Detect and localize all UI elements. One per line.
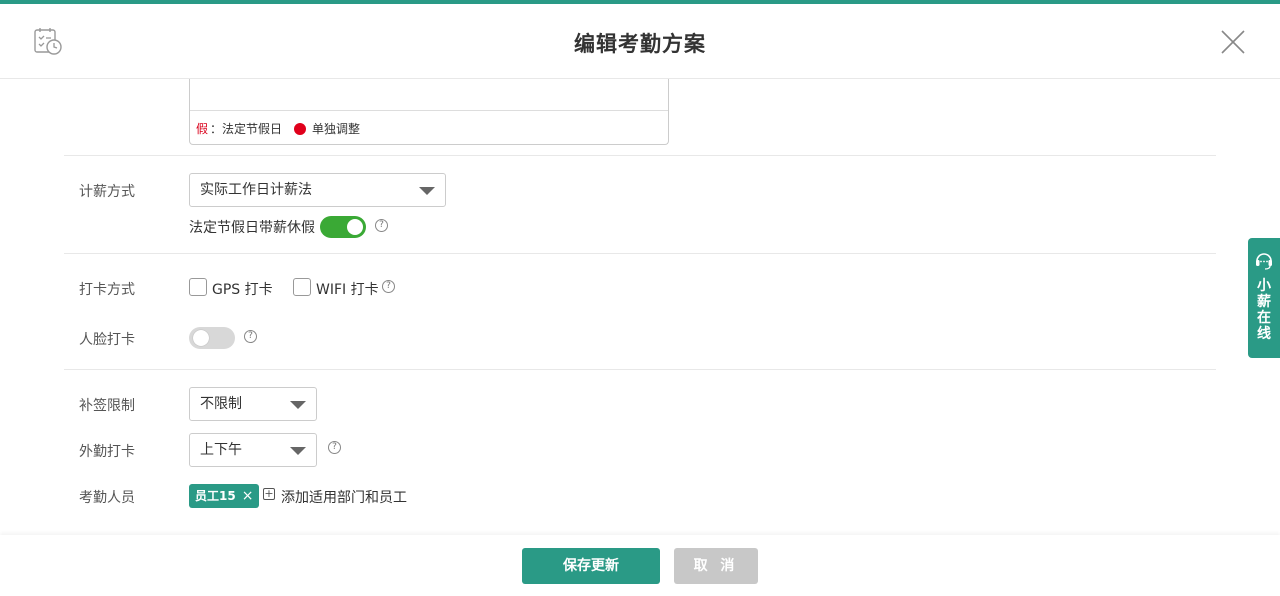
punch-method-label: 打卡方式 — [79, 282, 135, 298]
gps-checkbox[interactable] — [189, 278, 207, 296]
save-button[interactable]: 保存更新 — [522, 548, 660, 584]
calendar-legend-divider — [190, 110, 668, 111]
toggle-knob — [347, 219, 363, 235]
section-divider — [64, 253, 1216, 254]
support-widget-label: 小薪在线 — [1257, 278, 1271, 342]
face-punch-label: 人脸打卡 — [79, 332, 135, 348]
section-divider — [64, 155, 1216, 156]
holiday-legend-label: 法定节假日 — [222, 122, 283, 136]
paid-holiday-toggle[interactable] — [320, 216, 366, 238]
paid-holiday-label: 法定节假日带薪休假 — [189, 220, 315, 236]
field-punch-select[interactable]: 上下午 — [189, 433, 317, 467]
member-tag: 员工15 × — [189, 484, 260, 508]
dialog-footer: 保存更新 取 消 — [0, 535, 1280, 596]
section-divider — [64, 369, 1216, 370]
help-icon[interactable]: ? — [328, 441, 341, 454]
holiday-mark: 假 — [196, 122, 209, 136]
field-punch-value: 上下午 — [200, 442, 242, 458]
member-tag-label: 员工15 — [195, 489, 236, 503]
help-icon[interactable]: ? — [244, 330, 257, 343]
help-icon[interactable]: ? — [382, 280, 395, 293]
wifi-checkbox[interactable] — [293, 278, 311, 296]
salary-method-value: 实际工作日计薪法 — [200, 182, 312, 198]
help-icon[interactable]: ? — [375, 219, 388, 232]
add-members-link[interactable]: 添加适用部门和员工 — [281, 487, 407, 507]
calendar-legend: 假 ： 法定节假日 单独调整 — [196, 120, 360, 137]
field-punch-label: 外勤打卡 — [79, 444, 135, 460]
attendance-members-label: 考勤人员 — [79, 490, 135, 506]
salary-method-select[interactable]: 实际工作日计薪法 — [189, 173, 446, 207]
supplement-limit-select[interactable]: 不限制 — [189, 387, 317, 421]
remove-tag-icon[interactable]: × — [242, 484, 254, 508]
calendar-panel: 假 ： 法定节假日 单独调整 — [189, 79, 669, 145]
dialog-title: 编辑考勤方案 — [574, 32, 706, 56]
holiday-sep: ： — [210, 122, 223, 136]
chevron-down-icon — [419, 187, 435, 195]
adjust-legend-label: 单独调整 — [312, 122, 361, 136]
adjust-dot-icon — [294, 122, 307, 135]
headset-icon — [1256, 253, 1272, 270]
supplement-limit-value: 不限制 — [200, 396, 242, 412]
chevron-down-icon — [290, 401, 306, 409]
cancel-button[interactable]: 取 消 — [674, 548, 758, 584]
toggle-knob — [193, 330, 209, 346]
plus-square-icon[interactable]: + — [263, 488, 275, 500]
supplement-limit-label: 补签限制 — [79, 398, 135, 414]
chevron-down-icon — [290, 447, 306, 455]
close-icon[interactable] — [1220, 29, 1246, 55]
dialog-header: 编辑考勤方案 — [0, 4, 1280, 79]
salary-method-label: 计薪方式 — [79, 184, 135, 200]
face-punch-toggle[interactable] — [189, 327, 235, 349]
wifi-label[interactable]: WIFI 打卡 — [316, 279, 379, 299]
dialog-body[interactable]: 假 ： 法定节假日 单独调整 计薪方式 实际工作日计薪法 法定节假日带薪休假 ?… — [0, 79, 1280, 535]
gps-label[interactable]: GPS 打卡 — [212, 279, 273, 299]
online-support-widget[interactable]: 小薪在线 — [1248, 238, 1280, 358]
